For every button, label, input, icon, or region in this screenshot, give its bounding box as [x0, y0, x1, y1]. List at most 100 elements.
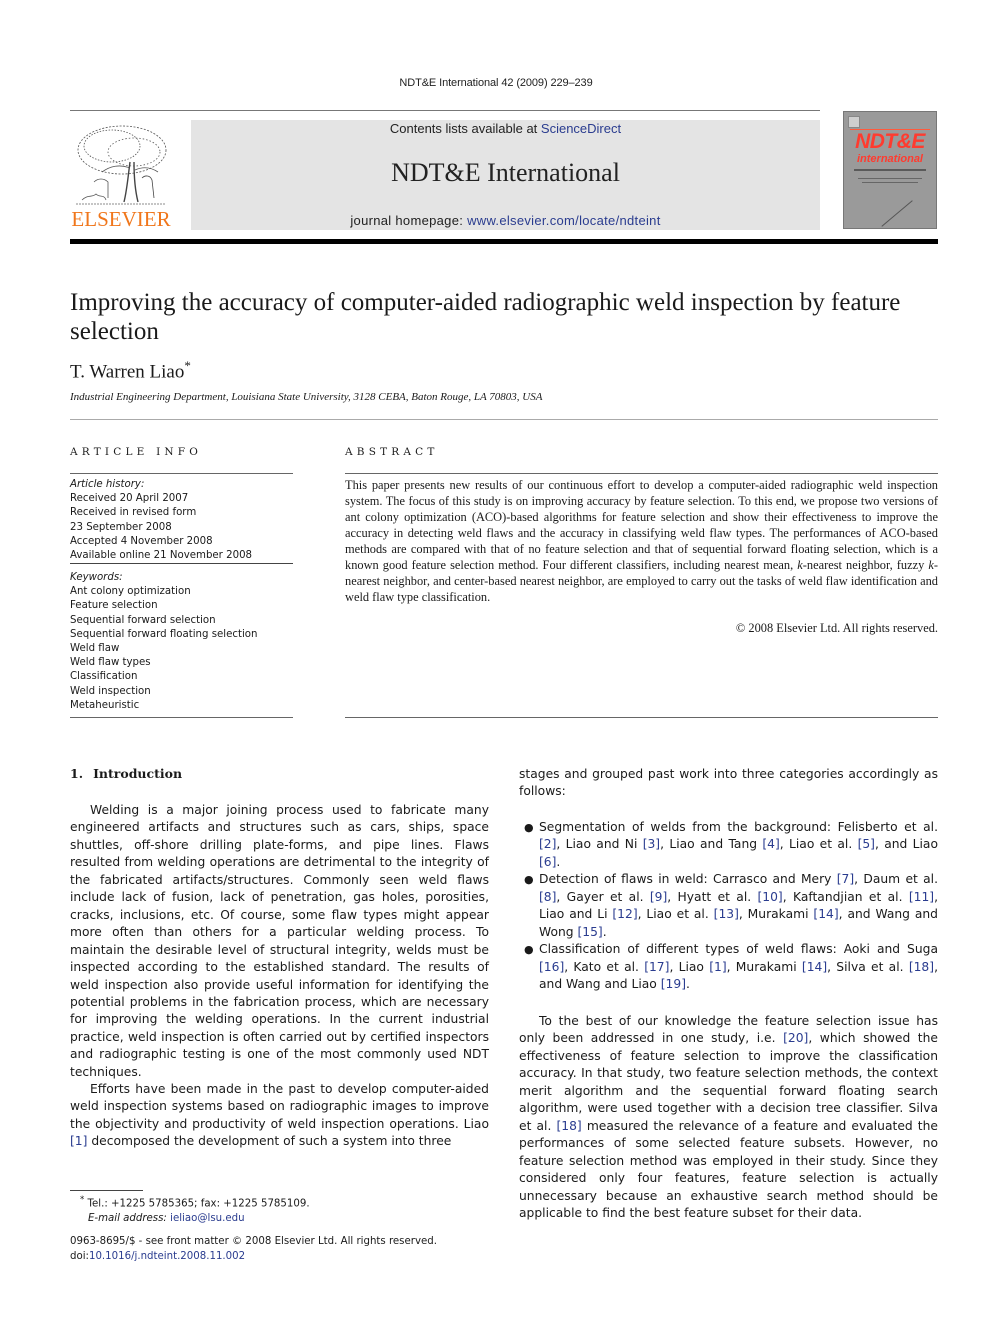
category-list: ● Segmentation of welds from the backgrou…: [519, 819, 938, 994]
reference-link[interactable]: [2]: [539, 837, 556, 851]
section-title: Introduction: [93, 766, 183, 781]
section-heading-introduction: 1. Introduction: [70, 766, 182, 781]
reference-link[interactable]: [11]: [909, 890, 934, 904]
abstract-bottom-rule: [345, 717, 938, 718]
doi-line: doi:10.1016/j.ndteint.2008.11.002: [70, 1250, 500, 1265]
elsevier-logo[interactable]: ELSEVIER: [70, 120, 172, 232]
intro-paragraph: Efforts have been made in the past to de…: [70, 1081, 489, 1151]
elsevier-wordmark: ELSEVIER: [71, 207, 171, 231]
text-segment: , which showed the effectiveness of feat…: [519, 1031, 938, 1133]
text-segment: , Murakami: [726, 959, 802, 974]
text-segment: , Murakami: [738, 907, 814, 922]
email-link[interactable]: ieliao@lsu.edu: [170, 1213, 244, 1224]
article-title: Improving the accuracy of computer-aided…: [70, 289, 901, 345]
text-segment: , Silva et al.: [827, 959, 909, 974]
category-list-item: ● Detection of flaws in weld: Carrasco an…: [519, 871, 938, 941]
keywords: Keywords: Ant colony optimization Featur…: [70, 571, 300, 713]
contents-prefix: Contents lists available at: [389, 121, 541, 136]
reference-link[interactable]: [14]: [813, 907, 838, 921]
reference-link[interactable]: [1]: [709, 960, 726, 974]
text-segment: , Liao: [669, 959, 710, 974]
keywords-rule: [70, 717, 293, 718]
text-segment: , Hyatt et al.: [667, 889, 758, 904]
text-segment: , Gayer et al.: [556, 889, 650, 904]
keyword: Weld inspection: [70, 685, 151, 697]
author-name: T. Warren Liao: [70, 361, 185, 383]
reference-link[interactable]: [12]: [612, 907, 637, 921]
journal-citation: NDT&E International 42 (2009) 229–239: [399, 77, 593, 89]
reference-link[interactable]: [15]: [577, 925, 602, 939]
text-segment: , Liao et al.: [779, 837, 858, 852]
reference-link[interactable]: [1]: [70, 1134, 87, 1148]
article-history: Article history: Received 20 April 2007 …: [70, 478, 300, 563]
history-item: Received in revised form: [70, 507, 197, 519]
contact-info: Tel.: +1225 5785365; fax: +1225 5785109.: [84, 1198, 310, 1210]
affiliation-rule: [70, 419, 938, 420]
article-info-rule: [70, 473, 293, 474]
journal-masthead: Contents lists available at ScienceDirec…: [191, 120, 820, 230]
reference-link[interactable]: [16]: [539, 960, 564, 974]
reference-link[interactable]: [17]: [644, 960, 669, 974]
reference-link[interactable]: [14]: [802, 960, 827, 974]
cover-subtitle: international: [856, 153, 923, 165]
reference-link[interactable]: [3]: [643, 837, 660, 851]
reference-link[interactable]: [19]: [661, 977, 686, 991]
reference-link[interactable]: [9]: [650, 890, 667, 904]
author-footnote-marker[interactable]: *: [184, 358, 191, 373]
text-segment: , Daum et al.: [854, 872, 938, 887]
history-item: 23 September 2008: [70, 521, 172, 533]
reference-link[interactable]: [7]: [837, 872, 854, 886]
abstract-rule: [345, 473, 938, 474]
keyword: Sequential forward selection: [70, 614, 216, 626]
article-info-heading: ARTICLE INFO: [70, 446, 203, 458]
reference-link[interactable]: [18]: [909, 960, 934, 974]
category-list-item: ● Classification of different types of we…: [519, 941, 938, 993]
abstract-segment: -nearest neighbor, fuzzy: [802, 558, 929, 572]
tree-icon: [76, 125, 167, 205]
text-segment: .: [602, 924, 607, 939]
affiliation: Industrial Engineering Department, Louis…: [70, 391, 543, 403]
reference-link[interactable]: [5]: [858, 837, 875, 851]
keyword: Ant colony optimization: [70, 586, 191, 598]
front-matter-text: 0963-8695/$ - see front matter © 2008 El…: [70, 1236, 437, 1247]
text-segment: .: [686, 977, 690, 992]
email-label: E-mail address:: [88, 1212, 171, 1224]
reference-link[interactable]: [18]: [556, 1119, 581, 1133]
author-footnote: * Tel.: +1225 5785365; fax: +1225 578510…: [80, 1193, 500, 1226]
sciencedirect-link[interactable]: ScienceDirect: [541, 121, 621, 136]
reference-link[interactable]: [6]: [539, 855, 556, 869]
reference-link[interactable]: [10]: [757, 890, 782, 904]
text-segment: Segmentation of welds from the backgroun…: [539, 820, 938, 834]
journal-cover-image[interactable]: NDT&E international: [843, 111, 937, 229]
category-list-item: ● Segmentation of welds from the backgrou…: [519, 819, 938, 871]
reference-link[interactable]: [20]: [783, 1031, 808, 1045]
journal-title: NDT&E International: [391, 158, 620, 187]
bullet-icon: ●: [524, 873, 534, 887]
bullet-icon: ●: [524, 943, 534, 957]
text-segment: , Liao et al.: [637, 907, 714, 922]
contents-availability: Contents lists available at ScienceDirec…: [191, 121, 820, 136]
text-segment: , Kato et al.: [564, 959, 645, 974]
keyword: Metaheuristic: [70, 699, 140, 711]
reference-link[interactable]: [8]: [539, 890, 556, 904]
text-segment: Detection of flaws in weld: Carrasco and…: [539, 872, 837, 887]
author: T. Warren Liao*: [70, 358, 191, 383]
journal-homepage: journal homepage: www.elsevier.com/locat…: [191, 213, 820, 228]
footnote-rule: [70, 1190, 143, 1191]
keyword: Weld flaw: [70, 643, 120, 655]
homepage-link[interactable]: www.elsevier.com/locate/ndteint: [467, 213, 661, 228]
reference-link[interactable]: [13]: [714, 907, 739, 921]
bullet-icon: ●: [524, 821, 534, 834]
cover-title: NDT&E: [855, 130, 925, 153]
cover-text-line: [854, 169, 926, 171]
intro-paragraph: To the best of our knowledge the feature…: [519, 1013, 938, 1222]
cover-text-line: [858, 178, 922, 179]
email-line: E-mail address: ieliao@lsu.edu: [80, 1212, 500, 1227]
intro-continued: stages and grouped past work into three …: [519, 767, 938, 799]
keyword: Weld flaw types: [70, 657, 151, 669]
doi-link[interactable]: 10.1016/j.ndteint.2008.11.002: [89, 1251, 245, 1262]
cover-text-line: [862, 182, 918, 183]
abstract-copyright: © 2008 Elsevier Ltd. All rights reserved…: [735, 621, 938, 635]
reference-link[interactable]: [4]: [762, 837, 779, 851]
homepage-prefix: journal homepage:: [350, 213, 468, 228]
